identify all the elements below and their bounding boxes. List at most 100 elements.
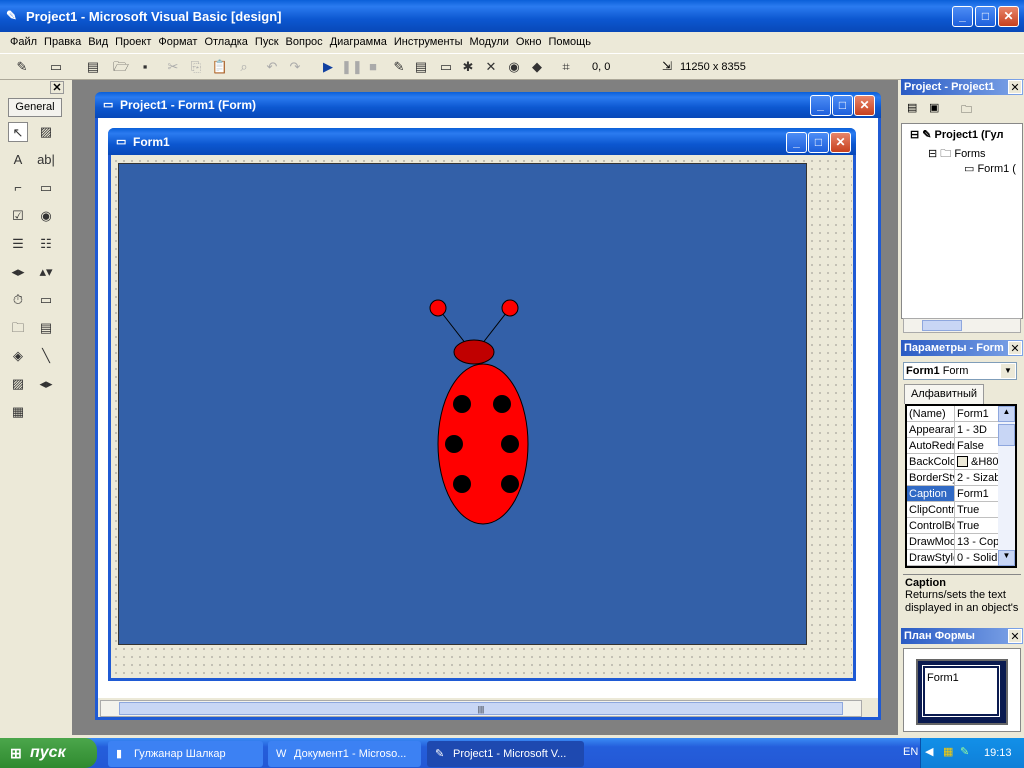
project-explorer-icon[interactable]: ✎ [389, 57, 409, 77]
property-name: BackColor [909, 454, 955, 469]
paste-icon[interactable]: 📋 [210, 57, 230, 77]
menu-item[interactable]: Файл [10, 36, 37, 48]
commandbutton-tool-icon[interactable]: ▭ [36, 178, 56, 198]
hscrollbar-tool-icon[interactable]: ◂▸ [8, 262, 28, 282]
menu-item[interactable]: Окно [516, 36, 542, 48]
form-minimize-button[interactable]: _ [786, 132, 807, 153]
label-tool-icon[interactable]: A [8, 150, 28, 170]
picture-box[interactable] [118, 163, 807, 645]
checkbox-tool-icon[interactable]: ☑ [8, 206, 28, 226]
language-indicator[interactable]: EN [903, 746, 918, 758]
frame-tool-icon[interactable]: ⌐ [8, 178, 28, 198]
pause-icon[interactable]: ❚❚ [341, 57, 363, 77]
horizontal-scrollbar[interactable]: ||| [100, 700, 862, 717]
ladybug-spot [453, 475, 471, 493]
menu-item[interactable]: Пуск [255, 36, 279, 48]
tab-alphabetic[interactable]: Алфавитный [904, 384, 984, 404]
object-browser-icon[interactable]: ✱ [458, 57, 478, 77]
save-icon[interactable]: ▪ [135, 57, 155, 77]
data-tool-icon[interactable]: ◂▸ [36, 374, 56, 394]
color-swatch [957, 456, 968, 467]
form-layout-icon[interactable]: ▭ [436, 57, 456, 77]
add-form-icon[interactable]: ▭ [46, 57, 66, 77]
menu-item[interactable]: Инструменты [394, 36, 463, 48]
menu-item[interactable]: Проект [115, 36, 151, 48]
form-layout-preview[interactable]: Form1 [922, 665, 1000, 717]
optionbutton-tool-icon[interactable]: ◉ [36, 206, 56, 226]
drivelistbox-tool-icon[interactable]: ▭ [36, 290, 56, 310]
add-project-icon[interactable]: ✎ [12, 57, 32, 77]
pointer-tool-icon[interactable]: ↖ [8, 122, 28, 142]
picturebox-tool-icon[interactable]: ▨ [36, 122, 56, 142]
taskbar-item-word[interactable]: W Документ1 - Microso... [268, 741, 421, 767]
close-button[interactable]: ✕ [998, 6, 1019, 27]
ladybug-spot [493, 395, 511, 413]
menu-item[interactable]: Отладка [204, 36, 247, 48]
form-layout-title: План Формы [901, 628, 1023, 644]
textbox-tool-icon[interactable]: ab| [36, 150, 56, 170]
menu-item[interactable]: Модули [469, 36, 508, 48]
menu-item[interactable]: Правка [44, 36, 81, 48]
menu-item[interactable]: Формат [158, 36, 197, 48]
property-name: AutoRedr [909, 438, 955, 453]
property-grid-scrollbar[interactable]: ▲ ▼ [998, 406, 1015, 566]
tree-node-form1[interactable]: ▭ Form1 ( [964, 162, 1016, 175]
image-tool-icon[interactable]: ▨ [8, 374, 28, 394]
designer-maximize-button[interactable]: □ [832, 95, 853, 116]
project-close-button[interactable]: ✕ [1008, 80, 1022, 94]
vscrollbar-tool-icon[interactable]: ▴▾ [36, 262, 56, 282]
position-readout: 0, 0 [592, 61, 611, 73]
properties-icon[interactable]: ▤ [411, 57, 431, 77]
toolbox-icon[interactable]: ✕ [481, 57, 501, 77]
listbox-tool-icon[interactable]: ☷ [36, 234, 56, 254]
tree-node-project[interactable]: ⊟ ✎ Project1 (Гул [910, 128, 1003, 141]
position-icon[interactable]: ⌗ [556, 57, 576, 77]
menu-item[interactable]: Вид [88, 36, 108, 48]
form1-window[interactable]: ▭ Form1 _ □ ✕ [108, 128, 856, 681]
start-button[interactable]: ⊞ пуск [0, 738, 97, 768]
cut-icon[interactable]: ✂ [163, 57, 183, 77]
timer-tool-icon[interactable]: ⏱ [8, 290, 28, 310]
toolbox-tab-general[interactable]: General [8, 98, 62, 117]
component-manager-icon[interactable]: ◆ [527, 57, 547, 77]
menu-item[interactable]: Вопрос [286, 36, 323, 48]
copy-icon[interactable]: ⎘ [186, 57, 206, 77]
taskbar-item-folder[interactable]: ▮ Гулжанар Шалкар [108, 741, 263, 767]
object-combo[interactable]: Form1 Form ▼ [903, 362, 1017, 380]
properties-close-button[interactable]: ✕ [1008, 341, 1022, 355]
form-maximize-button[interactable]: □ [808, 132, 829, 153]
filelistbox-tool-icon[interactable]: ▤ [36, 318, 56, 338]
tray-expand-icon[interactable]: ◀ [925, 745, 933, 758]
redo-icon[interactable]: ↷ [285, 57, 305, 77]
taskbar-item-vb[interactable]: ✎ Project1 - Microsoft V... [427, 741, 584, 767]
menu-item[interactable]: Помощь [548, 36, 591, 48]
menu-item[interactable]: Диаграмма [330, 36, 387, 48]
property-name: DrawMod [909, 534, 955, 549]
shape-tool-icon[interactable]: ◈ [8, 346, 28, 366]
form-close-button[interactable]: ✕ [830, 132, 851, 153]
ole-tool-icon[interactable]: ▦ [8, 402, 28, 422]
chevron-down-icon[interactable]: ▼ [1001, 364, 1015, 378]
monitor-preview: Form1 [916, 659, 1008, 725]
view-code-button[interactable]: ▤ [907, 101, 917, 114]
line-tool-icon[interactable]: ╲ [36, 346, 56, 366]
stop-icon[interactable]: ■ [363, 57, 383, 77]
form-layout-close-button[interactable]: ✕ [1008, 629, 1022, 643]
designer-close-button[interactable]: ✕ [854, 95, 875, 116]
open-icon[interactable]: 🗁 [111, 57, 131, 77]
form-layout-window: План Формы ✕ Form1 [901, 628, 1023, 734]
toggle-folders-button[interactable]: 🗀 [961, 101, 972, 120]
undo-icon[interactable]: ↶ [262, 57, 282, 77]
designer-minimize-button[interactable]: _ [810, 95, 831, 116]
menu-editor-icon[interactable]: ▤ [83, 57, 103, 77]
start-icon[interactable]: ▶ [318, 57, 338, 77]
toolbox-close-button[interactable]: ✕ [50, 81, 64, 94]
maximize-button[interactable]: □ [975, 6, 996, 27]
dirlistbox-tool-icon[interactable]: 🗀 [8, 318, 28, 338]
combobox-tool-icon[interactable]: ☰ [8, 234, 28, 254]
find-icon[interactable]: ⌕ [234, 57, 254, 77]
view-object-button[interactable]: ▣ [929, 101, 939, 114]
minimize-button[interactable]: _ [952, 6, 973, 27]
project-hscrollbar[interactable] [903, 318, 1021, 333]
data-view-icon[interactable]: ◉ [504, 57, 524, 77]
